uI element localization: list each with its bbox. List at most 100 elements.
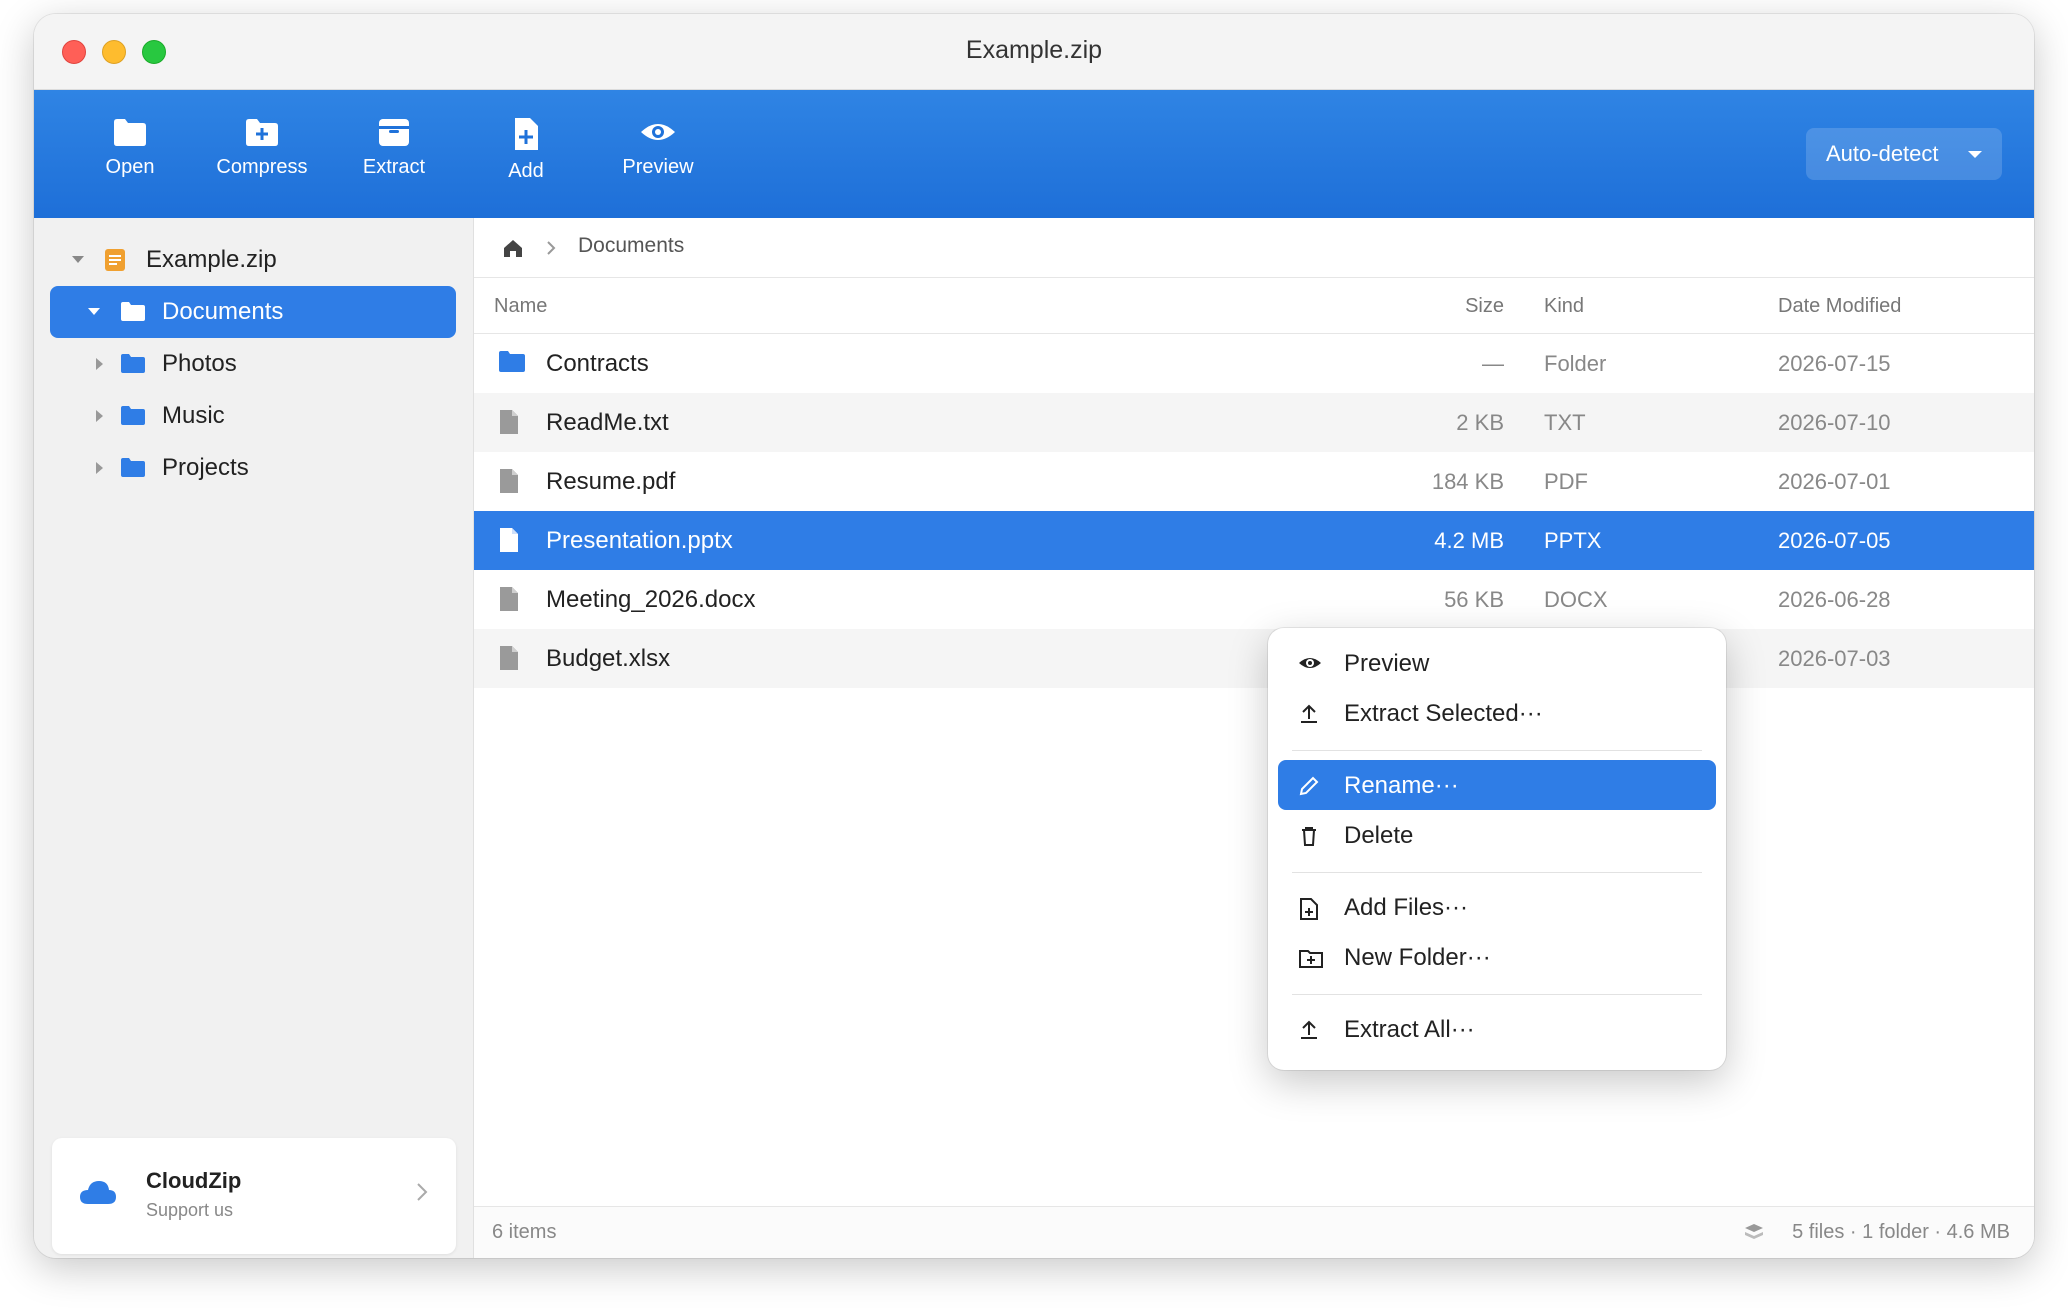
column-name[interactable]: Name xyxy=(494,295,547,318)
file-icon xyxy=(500,587,518,611)
folder-plus-icon xyxy=(246,119,278,146)
disclosure-closed-icon[interactable] xyxy=(96,410,103,422)
menu-divider xyxy=(1292,872,1702,873)
file-icon xyxy=(500,646,518,670)
tree-item-root-label: Example.zip xyxy=(146,246,277,273)
tree-item-photos[interactable]: Photos xyxy=(34,338,474,390)
eye-icon xyxy=(1299,658,1321,668)
archive-stack-icon xyxy=(1745,1224,1763,1239)
add-label: Add xyxy=(508,160,544,182)
breadcrumb: Documents xyxy=(474,218,2034,278)
sidebar: Example.zip Documents Photos Music Proje… xyxy=(34,218,474,1258)
folder-icon xyxy=(121,458,145,477)
menu-item-label: Add Files··· xyxy=(1344,894,1469,921)
trash-icon xyxy=(1302,827,1316,846)
table-row[interactable]: ReadMe.txt 2 KB TXT 2026-07-10 xyxy=(474,393,2034,452)
table-row[interactable]: Meeting_2026.docx 56 KB DOCX 2026-06-28 xyxy=(474,570,2034,629)
tree-item-label: Projects xyxy=(162,454,249,481)
tree-item-documents[interactable]: Documents xyxy=(50,286,456,338)
file-icon xyxy=(500,469,518,493)
file-name: ReadMe.txt xyxy=(546,409,669,436)
cloudzip-promo-card[interactable]: CloudZip Support us xyxy=(52,1138,456,1254)
folder-plus-icon xyxy=(1299,950,1323,968)
table-row[interactable]: Budget.xlsx 2026-07-03 xyxy=(474,629,2034,688)
menu-item-add-files[interactable]: Add Files··· xyxy=(1278,882,1716,932)
eye-icon xyxy=(641,124,675,140)
column-kind[interactable]: Kind xyxy=(1544,295,1584,318)
menu-item-label: Extract All··· xyxy=(1344,1016,1475,1043)
menu-item-delete[interactable]: Delete xyxy=(1278,810,1716,860)
disclosure-closed-icon[interactable] xyxy=(96,462,103,474)
file-date: 2026-07-10 xyxy=(1778,410,1891,435)
tree-item-root[interactable]: Example.zip xyxy=(34,234,474,286)
menu-item-label: New Folder··· xyxy=(1344,944,1491,971)
open-label: Open xyxy=(105,156,155,178)
disclosure-open-icon[interactable] xyxy=(72,256,84,263)
menu-divider xyxy=(1292,994,1702,995)
tree-item-music[interactable]: Music xyxy=(34,390,474,442)
file-name: Presentation.pptx xyxy=(546,527,733,554)
file-size: 4.2 MB xyxy=(1434,528,1504,553)
promo-title: CloudZip xyxy=(146,1168,242,1193)
menu-item-extract-selected[interactable]: Extract Selected··· xyxy=(1278,688,1716,738)
upload-icon xyxy=(1301,704,1317,723)
breadcrumb-current[interactable]: Documents xyxy=(578,234,684,258)
file-kind: PPTX xyxy=(1544,528,1602,553)
menu-divider xyxy=(1292,750,1702,751)
file-plus-icon xyxy=(515,118,538,150)
menu-item-label: Rename··· xyxy=(1344,772,1459,799)
tree-item-label: Music xyxy=(162,402,225,429)
disclosure-closed-icon[interactable] xyxy=(96,358,103,370)
status-bar: 6 items 5 files · 1 folder · 4.6 MB xyxy=(474,1206,2034,1258)
file-size: — xyxy=(1482,351,1504,376)
tree-item-label: Photos xyxy=(162,350,237,377)
folder-icon xyxy=(121,354,145,373)
column-date-modified[interactable]: Date Modified xyxy=(1778,295,1901,318)
open-button[interactable]: Open xyxy=(70,116,190,196)
toolbar: Open Compress Extract Add Preview Auto-d… xyxy=(34,90,2034,218)
home-icon[interactable] xyxy=(502,238,524,258)
file-browser: Documents Name Size Kind Date Modified C… xyxy=(474,218,2034,1258)
preview-button[interactable]: Preview xyxy=(598,116,718,196)
folder-icon xyxy=(121,302,145,321)
tree-item-projects[interactable]: Projects xyxy=(34,442,474,494)
title-bar: Example.zip xyxy=(34,14,2034,90)
archive-box-icon xyxy=(379,119,409,146)
file-size: 2 KB xyxy=(1456,410,1504,435)
table-row[interactable]: Resume.pdf 184 KB PDF 2026-07-01 xyxy=(474,452,2034,511)
add-button[interactable]: Add xyxy=(466,116,586,196)
menu-item-extract-all[interactable]: Extract All··· xyxy=(1278,1004,1716,1054)
disclosure-open-icon[interactable] xyxy=(88,308,100,315)
caret-down-icon xyxy=(1968,151,1982,158)
file-name: Contracts xyxy=(546,350,649,377)
compress-button[interactable]: Compress xyxy=(202,116,322,196)
file-kind: Folder xyxy=(1544,351,1607,376)
format-select[interactable]: Auto-detect xyxy=(1806,128,2002,180)
column-header: Name Size Kind Date Modified xyxy=(474,278,2034,334)
folder-icon xyxy=(121,406,145,425)
file-date: 2026-07-05 xyxy=(1778,528,1891,553)
menu-item-label: Preview xyxy=(1344,650,1430,677)
menu-item-new-folder[interactable]: New Folder··· xyxy=(1278,932,1716,982)
menu-item-preview[interactable]: Preview xyxy=(1278,638,1716,688)
folder-icon xyxy=(499,351,525,372)
file-kind: PDF xyxy=(1544,469,1588,494)
extract-button[interactable]: Extract xyxy=(334,116,454,196)
tree-item-label: Documents xyxy=(162,298,284,325)
context-menu: Preview Extract Selected··· Rename··· De… xyxy=(1268,628,1726,1070)
table-row[interactable]: Contracts — Folder 2026-07-15 xyxy=(474,334,2034,393)
table-row-selected[interactable]: Presentation.pptx 4.2 MB PPTX 2026-07-05 xyxy=(474,511,2034,570)
item-count: 6 items xyxy=(492,1221,557,1243)
promo-subtitle: Support us xyxy=(146,1200,234,1220)
archive-file-icon xyxy=(105,249,125,271)
file-kind: TXT xyxy=(1544,410,1586,435)
file-date: 2026-06-28 xyxy=(1778,587,1891,612)
extract-label: Extract xyxy=(362,156,426,178)
file-icon xyxy=(500,528,518,552)
file-kind: DOCX xyxy=(1544,587,1608,612)
column-size[interactable]: Size xyxy=(1384,295,1504,318)
compress-label: Compress xyxy=(216,156,308,178)
menu-item-rename[interactable]: Rename··· xyxy=(1278,760,1716,810)
archive-summary: 5 files · 1 folder · 4.6 MB xyxy=(1792,1221,2010,1243)
format-select-value: Auto-detect xyxy=(1826,141,1939,166)
